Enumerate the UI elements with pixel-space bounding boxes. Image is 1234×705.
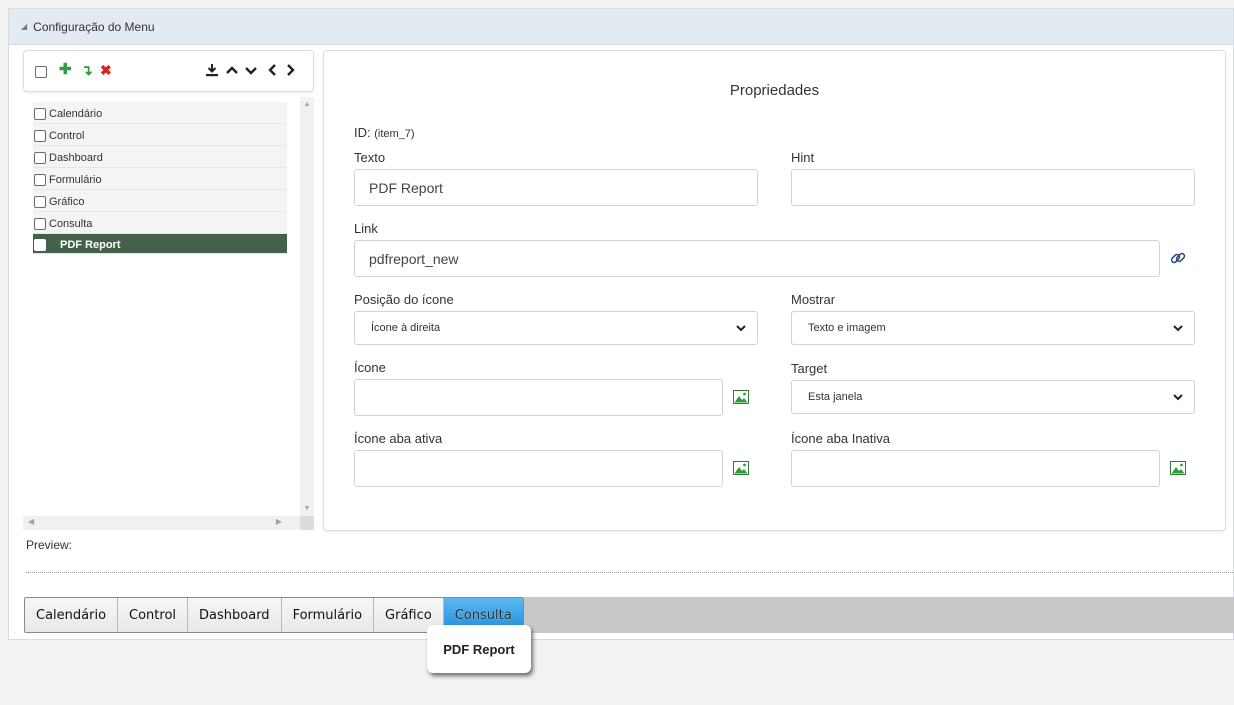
tree-item-label: Control: [49, 129, 85, 142]
posicao-icone-value: Ícone à direita: [371, 322, 441, 334]
add-item-icon[interactable]: ✚: [59, 61, 72, 79]
panel-header[interactable]: ◢ Configuração do Menu: [9, 9, 1233, 45]
hint-label: Hint: [791, 150, 815, 165]
preview-tab-formulario[interactable]: Formulário: [281, 598, 375, 632]
tree-item-checkbox[interactable]: [34, 195, 46, 208]
tree-item-label: PDF Report: [60, 238, 121, 251]
id-value: (item_7): [374, 128, 415, 140]
icone-label: Ícone: [354, 360, 386, 375]
move-down-icon[interactable]: [244, 66, 258, 76]
tree-vertical-scrollbar[interactable]: ▲ ▼: [300, 97, 314, 516]
preview-tab-calendario[interactable]: Calendário: [25, 598, 119, 632]
download-icon[interactable]: [205, 63, 219, 77]
tree-item-label: Gráfico: [49, 195, 85, 208]
icone-aba-inativa-label: Ícone aba Inativa: [791, 431, 891, 446]
icone-aba-ativa-label: Ícone aba ativa: [354, 431, 443, 446]
tree-item-checkbox[interactable]: [34, 217, 46, 230]
image-picker-icon[interactable]: [733, 389, 749, 405]
texto-input[interactable]: PDF Report: [354, 169, 758, 206]
chevron-down-icon: [1173, 394, 1183, 401]
posicao-icone-select[interactable]: Ícone à direita: [354, 311, 758, 345]
tree-item-formulario[interactable]: Formulário: [33, 168, 287, 190]
tree-item-label: Dashboard: [49, 151, 103, 164]
tree-item-checkbox[interactable]: [34, 129, 46, 142]
id-label: ID:: [354, 125, 371, 140]
panel-title: Configuração do Menu: [33, 19, 155, 34]
properties-title: Propriedades: [729, 82, 820, 99]
chevron-down-icon: [1173, 325, 1183, 332]
tree-horizontal-scrollbar[interactable]: ◀ ▶: [23, 516, 300, 530]
tree-item-checkbox[interactable]: [34, 107, 46, 120]
add-subitem-icon[interactable]: ↴: [81, 61, 93, 79]
mostrar-select[interactable]: Texto e imagem: [791, 311, 1195, 345]
chevron-down-icon: [736, 325, 746, 332]
move-right-icon[interactable]: [286, 63, 296, 77]
tree-item-control[interactable]: Control: [33, 124, 287, 146]
scroll-up-arrow-icon[interactable]: ▲: [300, 101, 314, 108]
scroll-corner: [300, 516, 314, 530]
tree-item-label: Formulário: [49, 173, 102, 186]
tree-item-checkbox[interactable]: [34, 238, 46, 251]
posicao-icone-label: Posição do ícone: [354, 292, 454, 307]
image-picker-icon[interactable]: [1170, 460, 1186, 476]
tree-item-label: Calendário: [49, 107, 103, 120]
link-chain-icon[interactable]: [1169, 249, 1187, 267]
menu-tree: Calendário Control Dashboard Formulário …: [23, 97, 314, 530]
mostrar-label: Mostrar: [791, 292, 836, 307]
tree-item-pdf-report[interactable]: PDF Report: [33, 234, 287, 254]
hint-input[interactable]: [791, 169, 1195, 206]
move-up-icon[interactable]: [225, 65, 239, 75]
preview-menubar: Calendário Control Dashboard Formulário …: [24, 597, 1234, 633]
scroll-right-arrow-icon[interactable]: ▶: [276, 517, 282, 526]
link-input[interactable]: pdfreport_new: [354, 240, 1160, 277]
tree-item-consulta[interactable]: Consulta: [33, 212, 287, 234]
delete-item-icon[interactable]: ✖: [100, 61, 112, 79]
image-picker-icon[interactable]: [733, 460, 749, 476]
target-value: Esta janela: [808, 391, 863, 403]
link-label: Link: [354, 221, 378, 236]
move-left-icon[interactable]: [267, 63, 277, 77]
icone-input[interactable]: [354, 379, 723, 416]
mostrar-value: Texto e imagem: [808, 322, 886, 334]
preview-divider: [26, 572, 1234, 573]
tree-item-checkbox[interactable]: [34, 173, 46, 186]
scroll-down-arrow-icon[interactable]: ▼: [300, 505, 314, 512]
target-select[interactable]: Esta janela: [791, 380, 1195, 414]
tree-list: Calendário Control Dashboard Formulário …: [33, 102, 287, 254]
tree-toolbar: ✚ ↴ ✖: [23, 50, 314, 92]
icone-aba-inativa-input[interactable]: [791, 450, 1160, 487]
tree-item-dashboard[interactable]: Dashboard: [33, 146, 287, 168]
texto-label: Texto: [354, 150, 386, 165]
id-row: ID: (item_7): [354, 125, 415, 140]
properties-panel: Propriedades ID: (item_7) Texto PDF Repo…: [323, 50, 1226, 531]
preview-label: Preview:: [26, 538, 73, 552]
tree-item-checkbox[interactable]: [34, 151, 46, 164]
tree-item-grafico[interactable]: Gráfico: [33, 190, 287, 212]
preview-dropdown-item[interactable]: PDF Report: [427, 625, 531, 673]
preview-tab-dashboard[interactable]: Dashboard: [188, 598, 282, 632]
tree-item-calendario[interactable]: Calendário: [33, 102, 287, 124]
menu-config-panel: ◢ Configuração do Menu ✚ ↴ ✖ Calendário …: [8, 8, 1234, 640]
collapse-triangle-icon[interactable]: ◢: [21, 22, 27, 31]
preview-tab-control[interactable]: Control: [118, 598, 189, 632]
tree-item-label: Consulta: [49, 217, 93, 230]
target-label: Target: [791, 361, 828, 376]
scroll-left-arrow-icon[interactable]: ◀: [28, 517, 34, 526]
select-all-checkbox[interactable]: [35, 66, 47, 78]
icone-aba-ativa-input[interactable]: [354, 450, 723, 487]
